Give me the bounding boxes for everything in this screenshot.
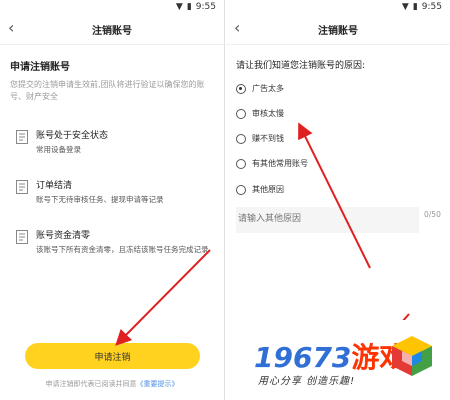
reason-option-label: 其他原因 <box>252 185 284 194</box>
watermark-title: 19673游戏 <box>254 336 407 376</box>
radio-icon[interactable] <box>236 108 246 119</box>
radio-icon[interactable] <box>236 133 246 144</box>
wifi-icon: ▼ <box>401 2 409 12</box>
reason-question: 请让我们知道您注销账号的原因: <box>236 61 366 71</box>
important-notice-link[interactable]: 《重要提示》 <box>137 380 179 388</box>
status-time: 9:55 <box>195 2 216 12</box>
document-icon <box>16 130 28 144</box>
other-reason-input[interactable] <box>236 207 419 233</box>
reason-option-label: 赚不到钱 <box>252 134 284 143</box>
reason-option-label: 广告太多 <box>252 84 284 93</box>
reason-option[interactable]: 广告太多 <box>236 83 284 94</box>
reason-option[interactable]: 有其他常用账号 <box>236 158 308 169</box>
wifi-icon: ▼ <box>175 2 183 12</box>
item-subtitle: 该账号下所有资金清零，且冻结该账号任务完成记录 <box>36 245 209 254</box>
status-time: 9:55 <box>421 2 442 12</box>
nav-bar: ‹ 注销账号 <box>0 14 224 45</box>
status-bar: ▼ ▮ 9:55 <box>0 0 224 14</box>
page-title: 注销账号 <box>92 26 132 37</box>
reason-option-label: 审核太慢 <box>252 109 284 118</box>
section-title: 申请注销账号 <box>10 62 70 73</box>
item-subtitle: 常用设备登录 <box>36 145 81 154</box>
reason-option[interactable]: 审核太慢 <box>236 108 284 119</box>
cancel-account-apply-screen: ▼ ▮ 9:55 ‹ 注销账号 申请注销账号 您提交的注销申请生效前,团队将进行… <box>0 0 225 400</box>
page-title: 注销账号 <box>318 26 358 37</box>
char-counter: 0/50 <box>424 210 441 219</box>
battery-icon: ▮ <box>186 2 192 12</box>
site-watermark: 19673游戏 用心分享 创造乐趣! <box>232 320 450 400</box>
reason-option[interactable]: 赚不到钱 <box>236 133 284 144</box>
reason-option-label: 有其他常用账号 <box>252 159 308 168</box>
document-icon <box>16 180 28 194</box>
cube-logo-icon <box>392 336 432 376</box>
document-icon <box>16 230 28 244</box>
item-title: 订单结清 <box>36 181 73 191</box>
radio-icon[interactable] <box>236 158 246 169</box>
item-title: 账号处于安全状态 <box>36 131 109 141</box>
agreement-text: 申请注销即代表已阅读并同意《重要提示》 <box>0 379 224 389</box>
watermark-number: 19673 <box>254 341 352 374</box>
watermark-slogan: 用心分享 创造乐趣! <box>258 376 356 387</box>
battery-icon: ▮ <box>412 2 418 12</box>
nav-bar: ‹ 注销账号 <box>226 14 450 45</box>
description-text: 您提交的注销申请生效前,团队将进行验证以确保您的账号、财产安全 <box>10 80 205 101</box>
item-title: 账号资金清零 <box>36 231 91 241</box>
agreement-prefix: 申请注销即代表已阅读并同意 <box>45 380 137 388</box>
item-subtitle: 账号下无待审核任务、提现申请等记录 <box>36 195 164 204</box>
reason-option[interactable]: 其他原因 <box>236 184 284 195</box>
radio-icon[interactable] <box>236 184 246 195</box>
status-bar: ▼ ▮ 9:55 <box>226 0 450 14</box>
radio-selected-icon[interactable] <box>236 83 246 94</box>
apply-cancel-button[interactable]: 申请注销 <box>25 343 200 369</box>
